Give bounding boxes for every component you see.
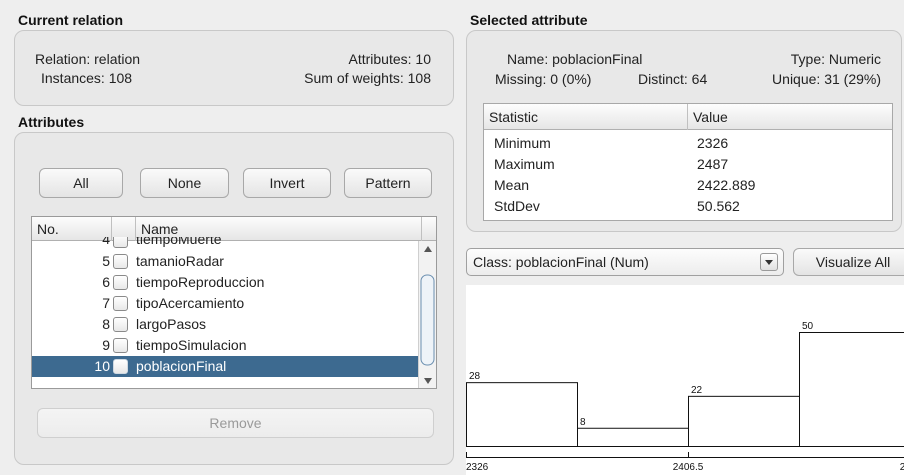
class-select-value: Class: poblacionFinal (Num) (473, 254, 649, 270)
statistics-table: Statistic Value Minimum 2326 Maximum 248… (483, 103, 893, 221)
chevron-down-icon[interactable] (760, 253, 778, 271)
row-checkbox[interactable] (113, 275, 128, 290)
instances-count: Instances: 108 (41, 70, 133, 86)
row-checkbox[interactable] (113, 317, 128, 332)
column-statistic[interactable]: Statistic (484, 104, 688, 130)
current-relation-panel: Relation: relation Attributes: 10 Instan… (14, 30, 454, 106)
statistics-table-header: Statistic Value (484, 104, 892, 130)
selected-attribute-title: Selected attribute (470, 12, 588, 28)
attribute-name: Name: poblacionFinal (507, 51, 643, 67)
table-scrollbar[interactable] (418, 241, 436, 388)
table-row[interactable]: 8 largoPasos (32, 314, 420, 335)
column-value[interactable]: Value (688, 104, 892, 130)
histogram-bar (799, 332, 904, 447)
scroll-thumb[interactable] (420, 274, 435, 366)
scroll-up-icon[interactable] (424, 246, 432, 252)
x-tick-label: 2406.5 (673, 462, 704, 473)
none-button[interactable]: None (140, 168, 229, 198)
histogram-bar (577, 427, 689, 447)
class-select[interactable]: Class: poblacionFinal (Num) (466, 248, 784, 276)
pattern-button[interactable]: Pattern (344, 168, 432, 198)
table-row: Maximum 2487 (494, 156, 729, 172)
bar-value-label: 28 (469, 371, 481, 382)
attribute-type: Type: Numeric (790, 51, 881, 67)
scroll-down-icon[interactable] (424, 378, 432, 384)
attribute-distinct: Distinct: 64 (638, 71, 708, 87)
row-checkbox[interactable] (113, 359, 128, 374)
selected-attribute-panel: Name: poblacionFinal Type: Numeric Missi… (466, 30, 902, 232)
table-row[interactable]: 6 tiempoReproduccion (32, 272, 420, 293)
table-row[interactable]: 5 tamanioRadar (32, 251, 420, 272)
row-checkbox[interactable] (113, 237, 128, 248)
histogram-svg: 28 8 22 50 2326 2406.5 2487 (466, 321, 904, 473)
x-tick-label: 2326 (466, 462, 489, 473)
bar-value-label: 50 (802, 321, 814, 332)
bar-value-label: 22 (691, 385, 703, 396)
table-row: StdDev 50.562 (494, 198, 740, 214)
attribute-unique: Unique: 31 (29%) (772, 71, 881, 87)
table-row: Mean 2422.889 (494, 177, 756, 193)
relation-label: Relation: relation (35, 51, 141, 67)
row-checkbox[interactable] (113, 338, 128, 353)
all-button[interactable]: All (39, 168, 123, 198)
row-checkbox[interactable] (113, 296, 128, 311)
histogram-bar (688, 395, 800, 447)
current-relation-title: Current relation (18, 12, 124, 28)
remove-button[interactable]: Remove (37, 408, 434, 438)
attributes-title: Attributes (18, 114, 85, 130)
histogram-bar (466, 382, 578, 448)
invert-button[interactable]: Invert (243, 168, 331, 198)
histogram: 28 8 22 50 2326 2406.5 2487 (466, 285, 904, 475)
attributes-count: Attributes: 10 (348, 51, 432, 67)
attributes-table: No. Name 4 tiempoMuerte 5 tamanioRadar 6… (31, 216, 437, 389)
row-checkbox[interactable] (113, 254, 128, 269)
table-row[interactable]: 9 tiempoSimulacion (32, 335, 420, 356)
attribute-missing: Missing: 0 (0%) (495, 71, 592, 87)
x-tick-label: 2487 (900, 462, 904, 473)
bar-value-label: 8 (580, 417, 586, 428)
attributes-panel: All None Invert Pattern No. Name 4 tiemp… (14, 132, 454, 465)
table-row[interactable]: 4 tiempoMuerte (32, 237, 420, 251)
table-row[interactable]: 7 tipoAcercamiento (32, 293, 420, 314)
table-row: Minimum 2326 (494, 135, 729, 151)
table-row-selected[interactable]: 10 poblacionFinal (32, 356, 420, 377)
visualize-all-button[interactable]: Visualize All (793, 248, 904, 276)
sum-of-weights: Sum of weights: 108 (304, 70, 431, 86)
